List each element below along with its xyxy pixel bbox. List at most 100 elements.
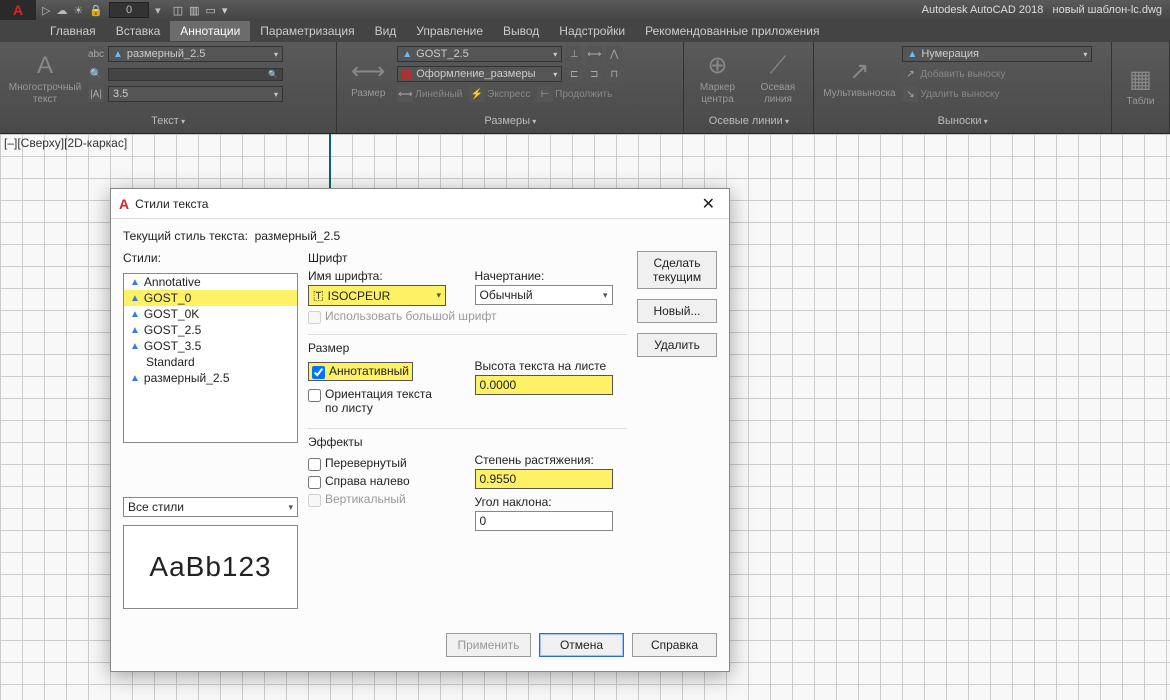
- dim-icon[interactable]: ⊥: [566, 46, 582, 62]
- tab-active[interactable]: Аннотации: [170, 21, 250, 41]
- app-icon: A: [119, 196, 129, 212]
- qat-icon[interactable]: ☁: [56, 4, 67, 17]
- qat-icon[interactable]: ☀: [73, 4, 83, 17]
- bigfont-checkbox: Использовать большой шрифт: [308, 309, 627, 324]
- app-logo[interactable]: A: [0, 0, 36, 20]
- height-icon[interactable]: |A|: [88, 86, 104, 102]
- font-name-dropdown[interactable]: 🇹ISOCPEUR: [308, 285, 446, 306]
- delete-button[interactable]: Удалить: [637, 333, 717, 357]
- panel-title[interactable]: Выноски: [820, 113, 1105, 129]
- dim-layer-dropdown[interactable]: Оформление_размеры▾: [397, 66, 562, 82]
- qat-icon[interactable]: ▭: [206, 4, 216, 17]
- tab[interactable]: Главная: [40, 21, 106, 41]
- paper-height-label: Высота текста на листе: [475, 359, 628, 373]
- dim-icon[interactable]: ⟷: [586, 46, 602, 62]
- list-item[interactable]: ▲GOST_3.5: [124, 338, 297, 354]
- mtext-button[interactable]: A Многострочный текст: [6, 46, 84, 113]
- dim-quick[interactable]: Экспресс: [487, 89, 530, 100]
- dropdown-icon[interactable]: ▾: [222, 4, 228, 17]
- font-group-label: Шрифт: [308, 251, 627, 265]
- size-group-label: Размер: [308, 341, 627, 355]
- widthfactor-input[interactable]: 0.9550: [475, 469, 613, 489]
- list-item[interactable]: Standard: [124, 354, 297, 370]
- dim-icon[interactable]: ⊏: [566, 66, 582, 82]
- centerline-icon: ⟋: [770, 52, 787, 80]
- text-style-dropdown[interactable]: ▲размерный_2.5▾: [108, 46, 283, 62]
- ribbon: A Многострочный текст abc ▲размерный_2.5…: [0, 42, 1170, 134]
- table-button[interactable]: ▦ Табли: [1118, 46, 1163, 129]
- mleader-icon: ↗: [849, 57, 869, 86]
- font-style-dropdown[interactable]: Обычный: [475, 285, 613, 305]
- list-item-selected[interactable]: ▲GOST_0: [124, 290, 297, 306]
- tab[interactable]: Вывод: [493, 21, 549, 41]
- ribbon-tabs: Главная Вставка Аннотации Параметризация…: [0, 20, 1170, 42]
- tab[interactable]: Рекомендованные приложения: [635, 21, 829, 41]
- dim-linear[interactable]: Линейный: [415, 89, 462, 100]
- dim-continue[interactable]: Продолжить: [555, 89, 612, 100]
- tab[interactable]: Вставка: [106, 21, 171, 41]
- set-current-button[interactable]: Сделать текущим: [637, 251, 717, 289]
- oblique-input[interactable]: 0: [475, 511, 613, 531]
- dim-icon[interactable]: ⋀: [606, 46, 622, 62]
- text-find-field[interactable]: 🔍: [108, 68, 283, 81]
- current-style-label: Текущий стиль текста: размерный_2.5: [123, 229, 717, 243]
- add-leader-icon[interactable]: ↗: [902, 66, 918, 82]
- dropdown-icon[interactable]: ▾: [155, 4, 161, 17]
- qat-icon[interactable]: 🔒: [89, 4, 103, 17]
- dim-icon[interactable]: ⊓: [606, 66, 622, 82]
- effects-group-label: Эффекты: [308, 435, 627, 449]
- remove-leader[interactable]: Удалить выноску: [920, 89, 999, 100]
- match-orient-checkbox[interactable]: Ориентация текста по листу: [308, 387, 448, 415]
- dim-icon[interactable]: ⚡: [469, 86, 485, 102]
- panel-title[interactable]: Размеры: [343, 113, 677, 129]
- tab[interactable]: Параметризация: [250, 21, 364, 41]
- cancel-button[interactable]: Отмена: [539, 633, 624, 657]
- abc-icon[interactable]: abc: [88, 46, 104, 62]
- text-height-dropdown[interactable]: 3.5▾: [108, 86, 283, 102]
- styles-listbox[interactable]: ▲Annotative ▲GOST_0 ▲GOST_0K ▲GOST_2.5 ▲…: [123, 273, 298, 443]
- mleader-button[interactable]: ↗ Мультивыноска: [820, 46, 898, 113]
- tab[interactable]: Управление: [406, 21, 493, 41]
- backwards-checkbox[interactable]: Справа налево: [308, 474, 461, 489]
- find-icon[interactable]: 🔍: [88, 66, 104, 82]
- styles-label: Стили:: [123, 251, 298, 265]
- style-preview: AaBb123: [123, 525, 298, 609]
- annotative-checkbox[interactable]: Аннотативный: [308, 362, 413, 381]
- remove-leader-icon[interactable]: ↘: [902, 86, 918, 102]
- view-label[interactable]: [–][Сверху][2D-каркас]: [4, 136, 127, 150]
- help-button[interactable]: Справка: [632, 633, 717, 657]
- list-item[interactable]: ▲Annotative: [124, 274, 297, 290]
- style-filter-dropdown[interactable]: Все стили: [123, 497, 298, 517]
- new-button[interactable]: Новый...: [637, 299, 717, 323]
- upside-checkbox[interactable]: Перевернутый: [308, 456, 461, 471]
- dialog-titlebar: A Стили текста ✕: [111, 189, 729, 219]
- panel-title[interactable]: Осевые линии: [690, 113, 807, 129]
- panel-title[interactable]: Текст: [6, 113, 330, 129]
- text-icon: A: [37, 52, 53, 80]
- tab[interactable]: Вид: [365, 21, 407, 41]
- tab[interactable]: Надстройки: [549, 21, 635, 41]
- dim-style-dropdown[interactable]: ▲GOST_2.5▾: [397, 46, 562, 62]
- centerline-button[interactable]: ⟋ Осевая линия: [748, 46, 807, 113]
- qat-icon[interactable]: ◫: [173, 4, 183, 17]
- dialog-title: Стили текста: [135, 197, 208, 211]
- paper-height-input[interactable]: 0.0000: [475, 375, 613, 395]
- dim-icon[interactable]: ⟷: [397, 86, 413, 102]
- list-item[interactable]: ▲размерный_2.5: [124, 370, 297, 386]
- list-item[interactable]: ▲GOST_0K: [124, 306, 297, 322]
- leader-style-dropdown[interactable]: ▲Нумерация▾: [902, 46, 1092, 62]
- centermark-button[interactable]: ⊕ Маркер центра: [690, 46, 744, 113]
- dim-icon[interactable]: ⊐: [586, 66, 602, 82]
- add-leader[interactable]: Добавить выноску: [920, 69, 1005, 80]
- dim-icon[interactable]: ⊢: [537, 86, 553, 102]
- qat-icon[interactable]: ▷: [42, 4, 50, 17]
- layer-num[interactable]: 0: [109, 2, 149, 18]
- window-title: Autodesk AutoCAD 2018 новый шаблон-lc.dw…: [233, 4, 1170, 16]
- list-item[interactable]: ▲GOST_2.5: [124, 322, 297, 338]
- oblique-label: Угол наклона:: [475, 495, 628, 509]
- apply-button: Применить: [446, 633, 531, 657]
- close-button[interactable]: ✕: [696, 194, 721, 214]
- dimension-icon: ⟷: [351, 57, 385, 86]
- dimension-button[interactable]: ⟷ Размер: [343, 46, 393, 113]
- qat-icon[interactable]: ▥: [189, 4, 199, 17]
